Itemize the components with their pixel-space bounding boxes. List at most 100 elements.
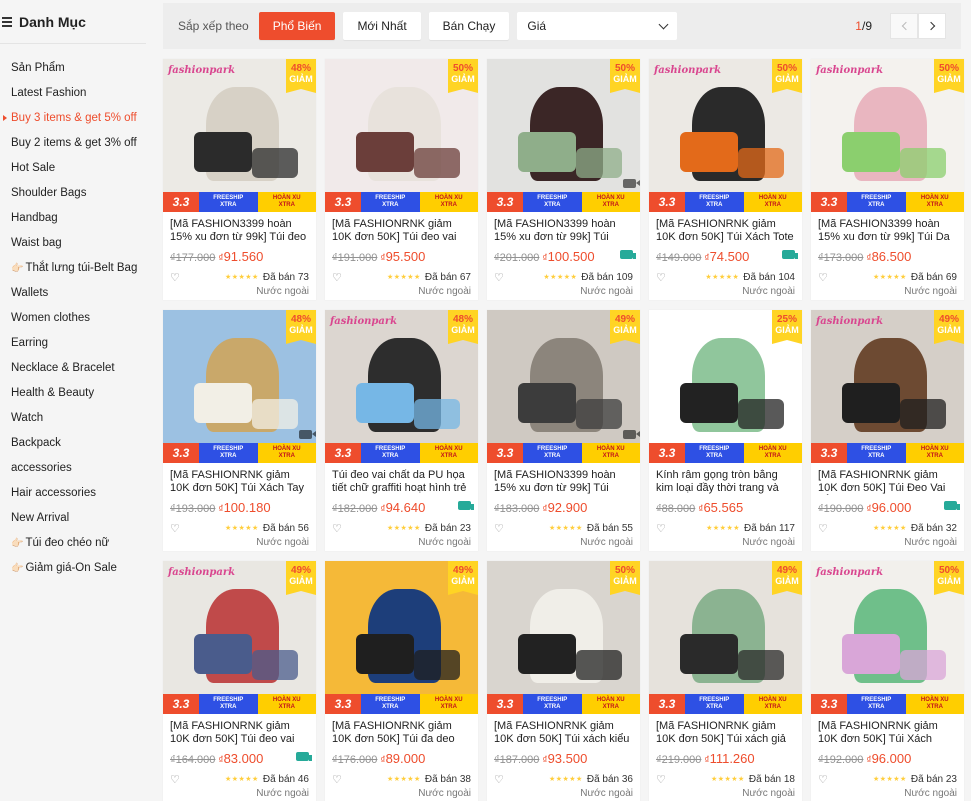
heart-icon[interactable]: ♡	[170, 773, 184, 786]
heart-icon[interactable]: ♡	[818, 773, 832, 786]
product-card[interactable]: fashionpark 50% GIẢM 3.3 FREESHIP XTRA HOÀN XU…	[811, 59, 964, 300]
product-card[interactable]: fashionpark 50% GIẢM 3.3 FREESHIP XTRA HOÀN XU…	[649, 59, 802, 300]
product-card[interactable]: fashionpark 49% GIẢM 3.3 FREESHIP XTRA HOÀN XU…	[163, 561, 316, 801]
heart-icon[interactable]: ♡	[170, 522, 184, 535]
heart-icon[interactable]: ♡	[332, 522, 346, 535]
sale-price: ₫89.000	[380, 751, 426, 766]
product-image[interactable]: fashionpark 50% GIẢM 3.3 FREESHIP XTRA HOÀN XU…	[811, 561, 964, 714]
product-image[interactable]: 50% GIẢM 3.3 FREESHIP XTRA HOÀN XU XTRA	[487, 59, 640, 212]
sold-count: Đã bán 18	[748, 773, 795, 785]
product-name[interactable]: [Mã FASHIONRNK giảm 10K đơn 50K] Túi Đeo…	[818, 469, 957, 495]
sidebar-item[interactable]: Sản Phẩm	[0, 56, 150, 81]
sidebar-item[interactable]: Health & Beauty	[0, 381, 150, 406]
product-name[interactable]: [Mã FASHIONRNK giảm 10K đơn 50K] Túi đeo…	[170, 720, 309, 746]
product-card[interactable]: 49% GIẢM 3.3 FREESHIP XTRA HOÀN XU XTRA [Mã FAS…	[487, 310, 640, 551]
heart-icon[interactable]: ♡	[332, 773, 346, 786]
origin-label: Nước ngoài	[256, 286, 309, 297]
product-card[interactable]: 49% GIẢM 3.3 FREESHIP XTRA HOÀN XU XTRA [Mã FAS…	[325, 561, 478, 801]
heart-icon[interactable]: ♡	[656, 522, 670, 535]
sidebar-item[interactable]: Buy 3 items & get 5% off	[0, 106, 150, 131]
sidebar-item[interactable]: Buy 2 items & get 3% off	[0, 131, 150, 156]
promo-banner: 3.3 FREESHIP XTRA HOÀN XU XTRA	[325, 192, 478, 212]
product-image[interactable]: fashionpark 48% GIẢM 3.3 FREESHIP XTRA HOÀN XU…	[325, 310, 478, 463]
sidebar-item[interactable]: Watch	[0, 406, 150, 431]
product-card[interactable]: fashionpark 49% GIẢM 3.3 FREESHIP XTRA HOÀN XU…	[811, 310, 964, 551]
product-card[interactable]: 50% GIẢM 3.3 FREESHIP XTRA HOÀN XU XTRA [Mã FAS…	[325, 59, 478, 300]
product-name[interactable]: [Mã FASHIONRNK giảm 10K đơn 50K] Túi đeo…	[332, 218, 471, 244]
sidebar-item[interactable]: 👉🏻 Túi đeo chéo nữ	[0, 531, 150, 556]
product-card[interactable]: 50% GIẢM 3.3 FREESHIP XTRA HOÀN XU XTRA [Mã FAS…	[487, 59, 640, 300]
product-image[interactable]: 50% GIẢM 3.3 FREESHIP XTRA HOÀN XU XTRA	[325, 59, 478, 212]
product-image[interactable]: fashionpark 50% GIẢM 3.3 FREESHIP XTRA HOÀN XU…	[811, 59, 964, 212]
product-image[interactable]: fashionpark 49% GIẢM 3.3 FREESHIP XTRA HOÀN XU…	[811, 310, 964, 463]
sidebar-item[interactable]: New Arrival	[0, 506, 150, 531]
product-card[interactable]: fashionpark 48% GIẢM 3.3 FREESHIP XTRA HOÀN XU…	[325, 310, 478, 551]
product-name[interactable]: Kính râm gọng tròn bằng kim loại đầy thờ…	[656, 469, 795, 495]
promo-banner: 3.3 FREESHIP XTRA HOÀN XU XTRA	[163, 443, 316, 463]
product-name[interactable]: [Mã FASHION3399 hoàn 15% xu đơn từ 99k] …	[494, 218, 633, 244]
product-card[interactable]: fashionpark 50% GIẢM 3.3 FREESHIP XTRA HOÀN XU…	[811, 561, 964, 801]
price-row: ₫164.000 ₫83.000	[170, 751, 312, 769]
sidebar-item[interactable]: Handbag	[0, 206, 150, 231]
product-image[interactable]: 50% GIẢM 3.3 FREESHIP XTRA HOÀN XU XTRA	[487, 561, 640, 714]
product-name[interactable]: [Mã FASHION3399 hoàn 15% xu đơn từ 99k] …	[170, 218, 309, 244]
heart-icon[interactable]: ♡	[332, 271, 346, 284]
product-card[interactable]: fashionpark 48% GIẢM 3.3 FREESHIP XTRA HOÀN XU…	[163, 59, 316, 300]
product-name[interactable]: Túi đeo vai chất da PU họa tiết chữ graf…	[332, 469, 471, 495]
sort-newest-button[interactable]: Mới Nhất	[343, 12, 421, 40]
pointing-hand-icon: 👉🏻	[11, 538, 24, 549]
heart-icon[interactable]: ♡	[494, 271, 508, 284]
sidebar-item[interactable]: Women clothes	[0, 306, 150, 331]
sidebar-item[interactable]: accessories	[0, 456, 150, 481]
heart-icon[interactable]: ♡	[494, 773, 508, 786]
original-price: ₫176.000	[332, 754, 378, 766]
product-name[interactable]: [Mã FASHIONRNK giảm 10K đơn 50K] Túi Xác…	[170, 469, 309, 495]
product-card[interactable]: 50% GIẢM 3.3 FREESHIP XTRA HOÀN XU XTRA [Mã FAS…	[487, 561, 640, 801]
sidebar-item-label: Watch	[11, 412, 44, 424]
heart-icon[interactable]: ♡	[656, 271, 670, 284]
sidebar-item[interactable]: Hair accessories	[0, 481, 150, 506]
prev-page-button[interactable]	[890, 13, 918, 39]
heart-icon[interactable]: ♡	[494, 522, 508, 535]
product-name[interactable]: [Mã FASHIONRNK giảm 10K đơn 50K] Túi xác…	[656, 720, 795, 746]
price-sort-select[interactable]: Giá	[517, 12, 678, 40]
product-image[interactable]: 49% GIẢM 3.3 FREESHIP XTRA HOÀN XU XTRA	[325, 561, 478, 714]
sidebar-item[interactable]: Latest Fashion	[0, 81, 150, 106]
brand-watermark: fashionpark	[816, 316, 884, 327]
product-name[interactable]: [Mã FASHIONRNK giảm 10K đơn 50K] Túi đa …	[332, 720, 471, 746]
product-card[interactable]: 25% GIẢM 3.3 FREESHIP XTRA HOÀN XU XTRA Kính râ…	[649, 310, 802, 551]
product-name[interactable]: [Mã FASHIONRNK giảm 10K đơn 50K] Túi Xác…	[818, 720, 957, 746]
discount-badge: 50% GIẢM	[934, 59, 964, 93]
product-image[interactable]: fashionpark 50% GIẢM 3.3 FREESHIP XTRA HOÀN XU…	[649, 59, 802, 212]
product-image[interactable]: fashionpark 49% GIẢM 3.3 FREESHIP XTRA HOÀN XU…	[163, 561, 316, 714]
heart-icon[interactable]: ♡	[818, 271, 832, 284]
sidebar-item[interactable]: Waist bag	[0, 231, 150, 256]
product-image[interactable]: 49% GIẢM 3.3 FREESHIP XTRA HOÀN XU XTRA	[649, 561, 802, 714]
product-card[interactable]: 49% GIẢM 3.3 FREESHIP XTRA HOÀN XU XTRA [Mã FAS…	[649, 561, 802, 801]
sidebar-item[interactable]: Wallets	[0, 281, 150, 306]
product-name[interactable]: [Mã FASHION3399 hoàn 15% xu đơn từ 99k] …	[818, 218, 957, 244]
heart-icon[interactable]: ♡	[170, 271, 184, 284]
sidebar-item[interactable]: 👉🏻 Giảm giá-On Sale	[0, 556, 150, 581]
product-image[interactable]: 25% GIẢM 3.3 FREESHIP XTRA HOÀN XU XTRA	[649, 310, 802, 463]
sidebar-item[interactable]: Backpack	[0, 431, 150, 456]
sidebar-item[interactable]: Earring	[0, 331, 150, 356]
heart-icon[interactable]: ♡	[818, 522, 832, 535]
product-name[interactable]: [Mã FASHION3399 hoàn 15% xu đơn từ 99k] …	[494, 469, 633, 495]
product-name[interactable]: [Mã FASHIONRNK giảm 10K đơn 50K] Túi xác…	[494, 720, 633, 746]
sort-popular-button[interactable]: Phổ Biến	[258, 12, 336, 40]
product-card[interactable]: 48% GIẢM 3.3 FREESHIP XTRA HOÀN XU XTRA [Mã FAS…	[163, 310, 316, 551]
sidebar-item[interactable]: Necklace & Bracelet	[0, 356, 150, 381]
sort-bestseller-button[interactable]: Bán Chạy	[428, 12, 510, 40]
category-sidebar: Danh Mục Sản Phẩm Latest Fashion Buy 3 ite…	[0, 0, 150, 801]
product-name[interactable]: [Mã FASHIONRNK giảm 10K đơn 50K] Túi Xác…	[656, 218, 795, 244]
product-image[interactable]: 48% GIẢM 3.3 FREESHIP XTRA HOÀN XU XTRA	[163, 310, 316, 463]
sidebar-item[interactable]: Hot Sale	[0, 156, 150, 181]
rating-stars: ★★★★★	[710, 776, 745, 783]
product-image[interactable]: 49% GIẢM 3.3 FREESHIP XTRA HOÀN XU XTRA	[487, 310, 640, 463]
next-page-button[interactable]	[918, 13, 946, 39]
sidebar-item[interactable]: 👉🏻 Thắt lưng túi-Belt Bag	[0, 256, 150, 281]
sidebar-item[interactable]: Shoulder Bags	[0, 181, 150, 206]
product-image[interactable]: fashionpark 48% GIẢM 3.3 FREESHIP XTRA HOÀN XU…	[163, 59, 316, 212]
heart-icon[interactable]: ♡	[656, 773, 670, 786]
